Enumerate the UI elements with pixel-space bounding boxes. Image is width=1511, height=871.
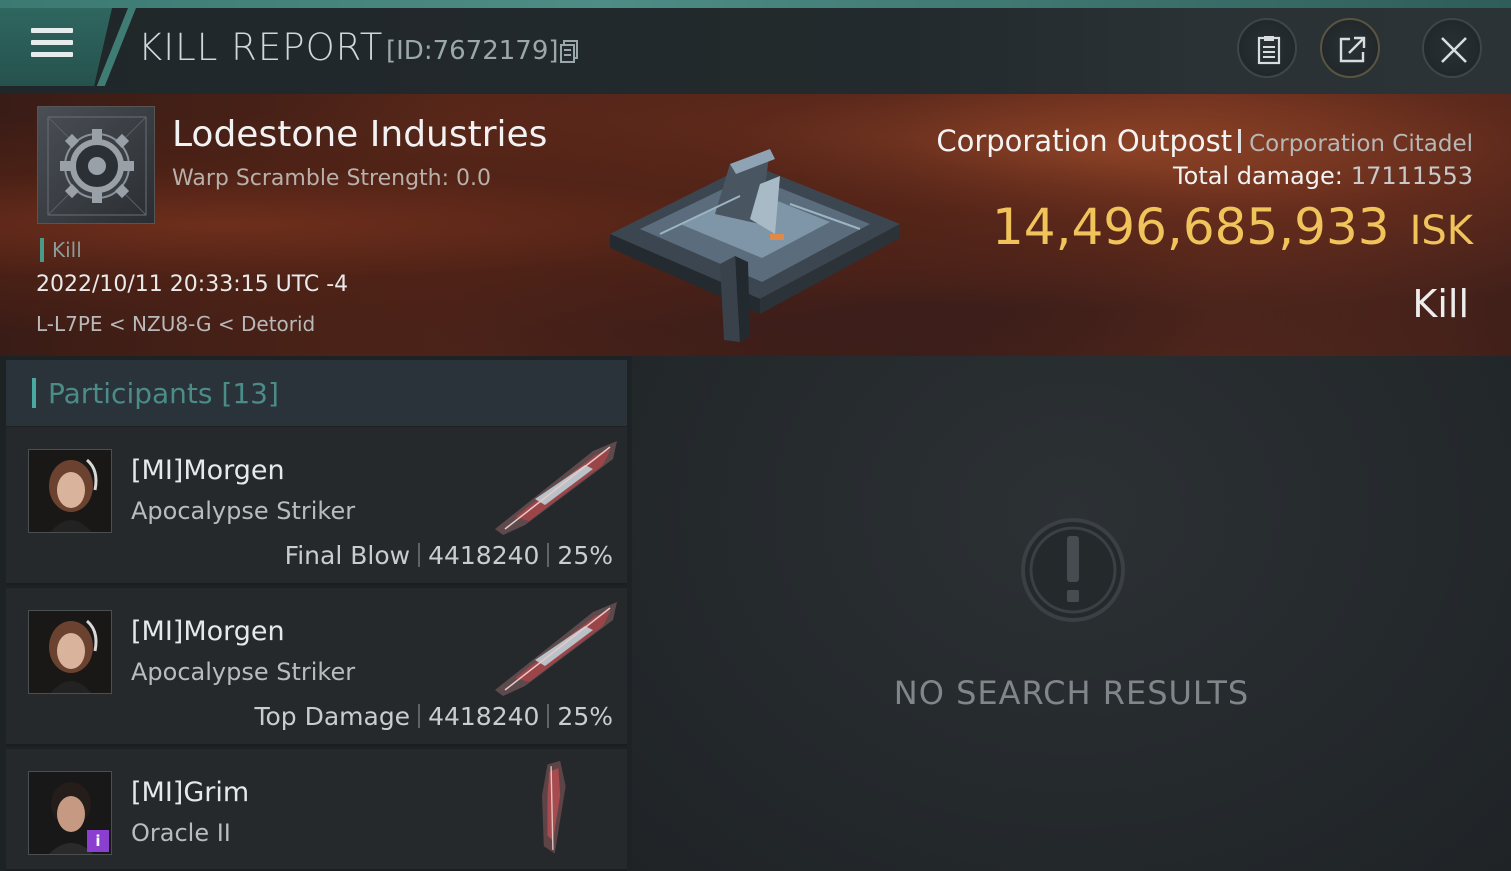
header-accent — [32, 378, 36, 408]
results-panel: NO SEARCH RESULTS — [632, 356, 1511, 871]
participants-count: [13] — [221, 377, 279, 410]
ship-image — [542, 760, 566, 854]
structure-image — [610, 149, 900, 342]
participant-name: [MI]Grim — [131, 777, 250, 808]
participants-label: Participants [13] — [48, 377, 279, 410]
participants-title: Participants — [48, 377, 213, 410]
participant-row[interactable]: i [MI]Grim Oracle II — [6, 749, 627, 871]
top-bar: KILL REPORT [ID:7672179] — [0, 0, 1511, 94]
participant-role: Final Blow — [284, 541, 411, 570]
close-button[interactable] — [1422, 18, 1482, 78]
total-damage: Total damage: 17111553 — [1173, 162, 1473, 190]
participant-stats: Final Blow 4418240 25% — [285, 541, 613, 570]
corp-logo — [37, 106, 155, 224]
total-damage-value: 17111553 — [1350, 162, 1473, 190]
avatar[interactable] — [28, 449, 112, 533]
participant-ship: Apocalypse Striker — [131, 497, 356, 525]
isk-value: 14,496,685,933 ISK — [992, 198, 1473, 256]
isk-unit: ISK — [1409, 208, 1473, 254]
portrait-image — [29, 450, 111, 532]
share-button[interactable] — [1320, 18, 1380, 78]
page-title: KILL REPORT — [138, 26, 384, 69]
info-badge: i — [87, 830, 109, 852]
participant-percent: 25% — [557, 541, 613, 570]
copy-icon[interactable] — [560, 40, 578, 64]
participant-name: [MI]Morgen — [131, 455, 285, 486]
report-id: [ID:7672179] — [386, 36, 559, 66]
participants-header[interactable]: Participants [13] — [6, 360, 627, 426]
participant-role: Top Damage — [254, 702, 411, 731]
structure-type: Corporation Outpost Corporation Citadel — [936, 124, 1473, 158]
kill-location: L-L7PE < NZU8-G < Detorid — [36, 312, 316, 336]
ship-image — [495, 441, 617, 535]
avatar[interactable] — [28, 610, 112, 694]
empty-state-text: NO SEARCH RESULTS — [893, 674, 1250, 712]
kill-result: Kill — [1412, 282, 1469, 326]
kill-timestamp: 2022/10/11 20:33:15 UTC -4 — [36, 272, 349, 297]
participant-percent: 25% — [557, 702, 613, 731]
participant-row[interactable]: [MI]Morgen Apocalypse Striker Top Damage… — [6, 588, 627, 746]
structure-class: Corporation Citadel — [1249, 131, 1473, 157]
clipboard-icon — [1257, 36, 1281, 65]
participant-row[interactable]: [MI]Morgen Apocalypse Striker Final Blow… — [6, 427, 627, 585]
portrait-image — [29, 611, 111, 693]
gear-icon — [47, 116, 147, 216]
participants-panel: Participants [13] [MI]Morgen Apocalypse … — [6, 360, 627, 871]
participant-name: [MI]Morgen — [131, 616, 285, 647]
total-damage-label: Total damage: — [1173, 162, 1343, 190]
ship-image — [495, 602, 617, 696]
exclamation-icon — [1021, 518, 1125, 622]
close-icon — [1441, 37, 1467, 63]
participant-stats: Top Damage 4418240 25% — [254, 702, 613, 731]
participant-ship: Apocalypse Striker — [131, 658, 356, 686]
report-button[interactable] — [1237, 18, 1297, 78]
kill-banner: Lodestone Industries Warp Scramble Stren… — [0, 94, 1511, 356]
avatar[interactable]: i — [28, 771, 112, 855]
kill-tag: Kill — [40, 238, 82, 262]
hamburger-icon[interactable] — [31, 28, 73, 62]
participant-damage: 4418240 — [428, 702, 540, 731]
warp-scramble-strength: Warp Scramble Strength: 0.0 — [172, 166, 492, 191]
structure-type-name: Corporation Outpost — [936, 124, 1233, 158]
isk-amount: 14,496,685,933 — [991, 198, 1390, 256]
participant-ship: Oracle II — [131, 819, 231, 847]
share-icon — [1339, 36, 1366, 63]
corp-name: Lodestone Industries — [172, 114, 548, 155]
participant-damage: 4418240 — [428, 541, 540, 570]
